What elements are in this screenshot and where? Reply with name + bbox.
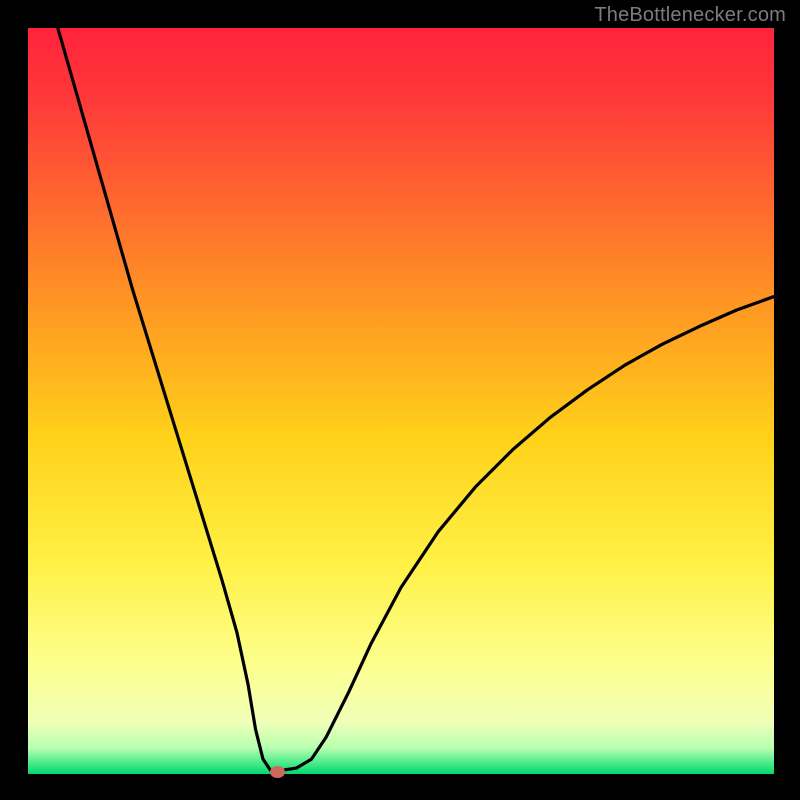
watermark-text: TheBottlenecker.com	[594, 4, 786, 27]
chart-stage: TheBottlenecker.com	[0, 0, 800, 800]
bottleneck-marker	[270, 766, 285, 778]
bottleneck-plot	[28, 28, 774, 774]
gradient-background	[28, 28, 774, 774]
